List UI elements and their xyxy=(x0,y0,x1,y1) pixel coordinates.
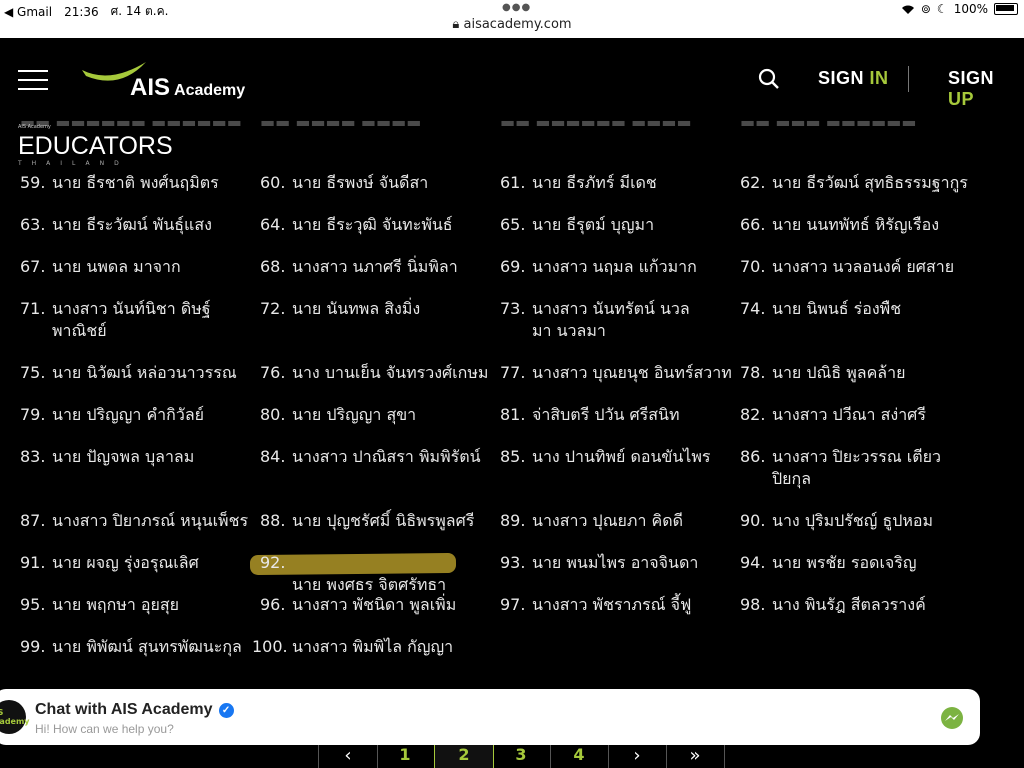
list-item: 77. นางสาว บุณยนุช อินทร์สวาท xyxy=(500,363,732,382)
sign-in-button[interactable]: SIGN IN xyxy=(818,68,889,89)
search-icon[interactable] xyxy=(758,68,780,94)
list-item: 66. นาย นนทพัทธ์ หิรัญเรือง xyxy=(740,215,940,234)
wifi-icon xyxy=(901,5,914,14)
list-item: 62. นาย ธีรวัฒน์ สุทธิธรรมฐากูร xyxy=(740,173,968,192)
header-divider xyxy=(908,66,909,92)
badge-subtitle: THAILAND xyxy=(18,160,129,167)
list-item: 59. นาย ธีรชาติ พงศ์นฤมิตร xyxy=(20,173,219,192)
chat-subtitle: Hi! How can we help you? xyxy=(35,722,174,736)
list-item: 63. นาย ธีระวัฒน์ พันธุ์แสง xyxy=(20,215,212,234)
messenger-chat-bar[interactable]: AIS Academy Chat with AIS Academy ✓ Hi! … xyxy=(0,689,980,745)
list-item: 70. นางสาว นวลอนงค์ ยศสาย xyxy=(740,257,955,276)
ios-status-bar: ◀ Gmail 21:36 ศ. 14 ต.ค. ●●● 🔒︎ aisacade… xyxy=(0,0,1024,38)
address-bar[interactable]: 🔒︎ aisacademy.com xyxy=(0,17,1024,32)
list-item-highlighted: 92. นาย พงศธร จิตศรัทธา xyxy=(249,552,492,596)
sign-up-button[interactable]: SIGN UP xyxy=(948,68,1024,110)
list-item: 71. นางสาว นันท์นิชา ดิษฐ์พาณิชย์ xyxy=(20,299,211,340)
educators-thailand-badge: AIS Academy EDUCATORS THAILAND xyxy=(18,124,173,167)
sign-up-label: SIGN xyxy=(948,68,995,88)
multitask-dots-icon[interactable]: ●●● xyxy=(502,2,531,13)
list-item: 73. นางสาว นันทรัตน์ นวลมา นวลมา xyxy=(500,299,690,340)
page-2-button-current[interactable]: 2 xyxy=(434,745,494,768)
list-item: 75. นาย นิวัฒน์ หล่อวนาวรรณ xyxy=(20,363,237,382)
list-item: 72. นาย นันทพล สิงมิ่ง xyxy=(260,299,421,318)
list-item: 78. นาย ปณิธิ พูลคล้าย xyxy=(740,363,906,382)
page-1-button[interactable]: 1 xyxy=(376,745,435,768)
list-item: 100. นางสาว พิมพิไล กัญญา xyxy=(252,637,454,656)
lock-icon: 🔒︎ xyxy=(452,17,460,32)
site-header: AIS Academy SIGN IN SIGN UP xyxy=(0,38,1024,122)
rotation-lock-icon: ⊚ xyxy=(920,2,931,16)
page-4-button[interactable]: 4 xyxy=(550,745,609,768)
list-item: 68. นางสาว นภาศรี นิ่มพิลา xyxy=(260,257,458,276)
last-page-button[interactable]: » xyxy=(666,745,725,768)
ais-academy-avatar: AIS Academy xyxy=(0,700,30,734)
badge-small-text: AIS Academy xyxy=(18,124,51,130)
list-item: 76. นาง บานเย็น จันทรวงศ์เกษม xyxy=(260,363,489,382)
list-item: 65. นาย ธีรุตม์ บุญมา xyxy=(500,215,655,234)
list-item: 86. นางสาว ปิยะวรรณ เตียวปิยกุล xyxy=(740,447,941,488)
list-item: 64. นาย ธีระวุฒิ จันทะพันธ์ xyxy=(260,215,453,234)
chat-title-text: Chat with AIS Academy xyxy=(35,701,213,718)
badge-title: EDUCATORS xyxy=(18,132,173,160)
logo-ais-text: AIS xyxy=(130,74,171,101)
ais-academy-logo[interactable]: AIS Academy xyxy=(80,60,245,101)
battery-icon xyxy=(994,3,1018,15)
status-right: ⊚ ☾ 100% xyxy=(901,2,1018,16)
logo-academy-text: Academy xyxy=(174,82,246,99)
list-item: 96. นางสาว พัชนิดา พูลเพิ่ม xyxy=(260,595,457,614)
list-item: 88. นาย ปุญชรัศมิ์ นิธิพรพูลศรี xyxy=(260,511,475,530)
list-item: 67. นาย นพดล มาจาก xyxy=(20,257,181,276)
next-page-button[interactable]: › xyxy=(608,745,667,768)
sign-in-accent: IN xyxy=(869,68,889,88)
list-item: 79. นาย ปริญญา คำกิวัลย์ xyxy=(20,405,205,424)
moon-icon: ☾ xyxy=(936,2,948,16)
url-text: aisacademy.com xyxy=(463,17,572,32)
list-item: 60. นาย ธีรพงษ์ จันดีสา xyxy=(260,173,429,192)
list-item: 87. นางสาว ปิยาภรณ์ หนุนเพ็ชร xyxy=(20,511,249,530)
list-item: 81. จ่าสิบตรี ปวัน ศรีสนิท xyxy=(500,405,680,424)
list-item: 89. นางสาว ปุณยภา คิดดี xyxy=(500,511,684,530)
page-3-button[interactable]: 3 xyxy=(492,745,551,768)
messenger-icon[interactable] xyxy=(940,706,964,734)
list-item: 74. นาย นิพนธ์ ร่องพืช xyxy=(740,299,902,318)
list-item: 85. นาง ปานทิพย์ ดอนขันไพร xyxy=(500,447,711,466)
list-item: 99. นาย พิพัฒน์ สุนทรพัฒนะกุล xyxy=(20,637,242,656)
list-item: 90. นาง ปุริมปรัชญ์ ธูปหอม xyxy=(740,511,934,530)
list-item: 94. นาย พรชัย รอดเจริญ xyxy=(740,553,917,572)
sign-up-accent: UP xyxy=(948,89,975,109)
verified-badge-icon: ✓ xyxy=(218,702,234,718)
menu-icon[interactable] xyxy=(18,70,48,90)
list-item: 84. นางสาว ปาณิสรา พิมพิรัตน์ xyxy=(260,447,481,466)
list-item: 95. นาย พฤกษา อุยสุย xyxy=(20,595,180,614)
prev-page-button[interactable]: ‹ xyxy=(318,745,378,768)
list-item: 80. นาย ปริญญา สุขา xyxy=(260,405,417,424)
list-item: 93. นาย พนมไพร อาจจินดา xyxy=(500,553,699,572)
list-item: 82. นางสาว ปวีณา สง่าศรี xyxy=(740,405,926,424)
list-item: 69. นางสาว นฤมล แก้วมาก xyxy=(500,257,697,276)
battery-percent: 100% xyxy=(953,2,988,16)
list-item: 91. นาย ผจญ รุ่งอรุณเลิศ xyxy=(20,553,199,572)
sign-in-label: SIGN xyxy=(818,68,865,88)
list-item: 98. นาง พินรัฎ สีตลวรางค์ xyxy=(740,595,926,614)
list-item: 97. นางสาว พัชราภรณ์ จี้ฟู xyxy=(500,595,692,614)
list-item: 61. นาย ธีรภัทร์ มีเดช xyxy=(500,173,657,192)
chat-title: Chat with AIS Academy ✓ xyxy=(35,701,234,719)
list-item: 83. นาย ปัญจพล บุลาลม xyxy=(20,447,195,466)
